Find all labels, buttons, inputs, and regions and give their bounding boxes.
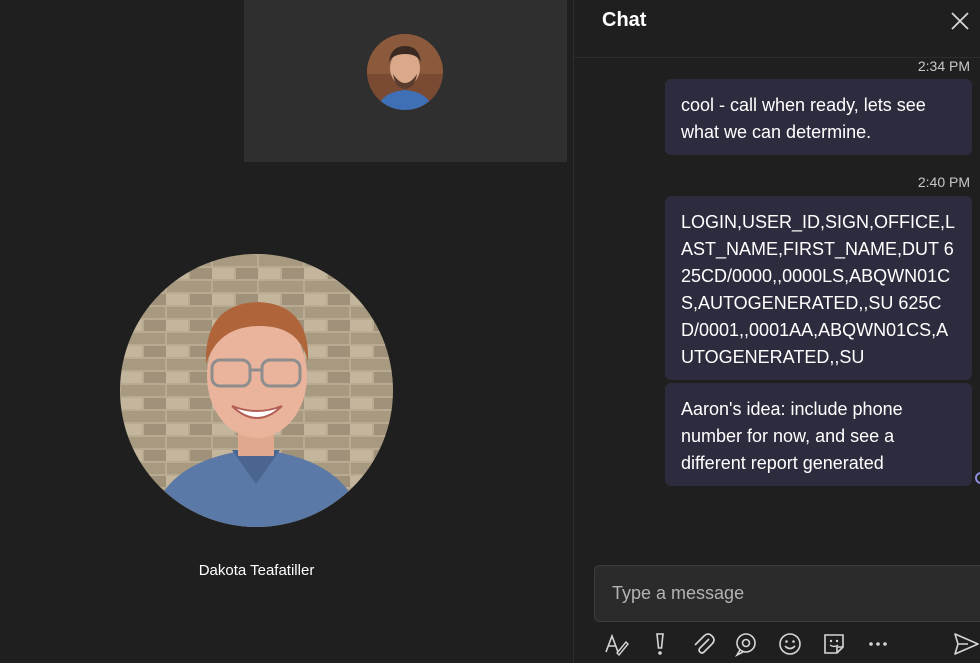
- loop-icon: [734, 633, 756, 657]
- chat-message[interactable]: cool - call when ready, lets see what we…: [665, 79, 972, 155]
- send-icon: [954, 633, 979, 655]
- emoji-button[interactable]: [776, 630, 804, 658]
- chat-panel: Chat 2:34 PM cool - call when ready, let…: [573, 0, 980, 663]
- meeting-stage: Dakota Teafatiller: [0, 0, 573, 663]
- important-icon: [656, 633, 664, 655]
- participant-avatar: [120, 254, 393, 527]
- attach-button[interactable]: [689, 630, 717, 658]
- message-text: cool - call when ready, lets see what we…: [681, 95, 926, 142]
- emoji-icon: [779, 633, 801, 655]
- message-timestamp: 2:40 PM: [917, 174, 970, 190]
- chat-header: Chat: [574, 0, 980, 58]
- send-button[interactable]: [952, 630, 980, 658]
- close-icon: [951, 12, 969, 30]
- close-chat-button[interactable]: [948, 9, 972, 33]
- message-input[interactable]: [595, 566, 980, 621]
- read-receipt-icon: [975, 472, 980, 484]
- important-button[interactable]: [646, 630, 674, 658]
- message-timestamp: 2:34 PM: [917, 58, 970, 74]
- message-composer[interactable]: [594, 565, 980, 622]
- more-icon: [869, 642, 887, 646]
- sticker-button[interactable]: [820, 630, 848, 658]
- participant-name: Dakota Teafatiller: [198, 562, 315, 579]
- attach-icon: [694, 633, 715, 654]
- loop-button[interactable]: [732, 630, 760, 658]
- self-avatar: [367, 34, 443, 110]
- format-button[interactable]: [602, 630, 630, 658]
- chat-message[interactable]: Aaron's idea: include phone number for n…: [665, 383, 972, 486]
- sticker-icon: [824, 634, 844, 654]
- chat-message[interactable]: LOGIN,USER_ID,SIGN,OFFICE,LAST_NAME,FIRS…: [665, 196, 972, 380]
- more-options-button[interactable]: [864, 630, 892, 658]
- message-text: Aaron's idea: include phone number for n…: [681, 399, 903, 473]
- message-text: LOGIN,USER_ID,SIGN,OFFICE,LAST_NAME,FIRS…: [681, 212, 956, 367]
- chat-title: Chat: [602, 9, 647, 31]
- format-icon: [605, 633, 629, 657]
